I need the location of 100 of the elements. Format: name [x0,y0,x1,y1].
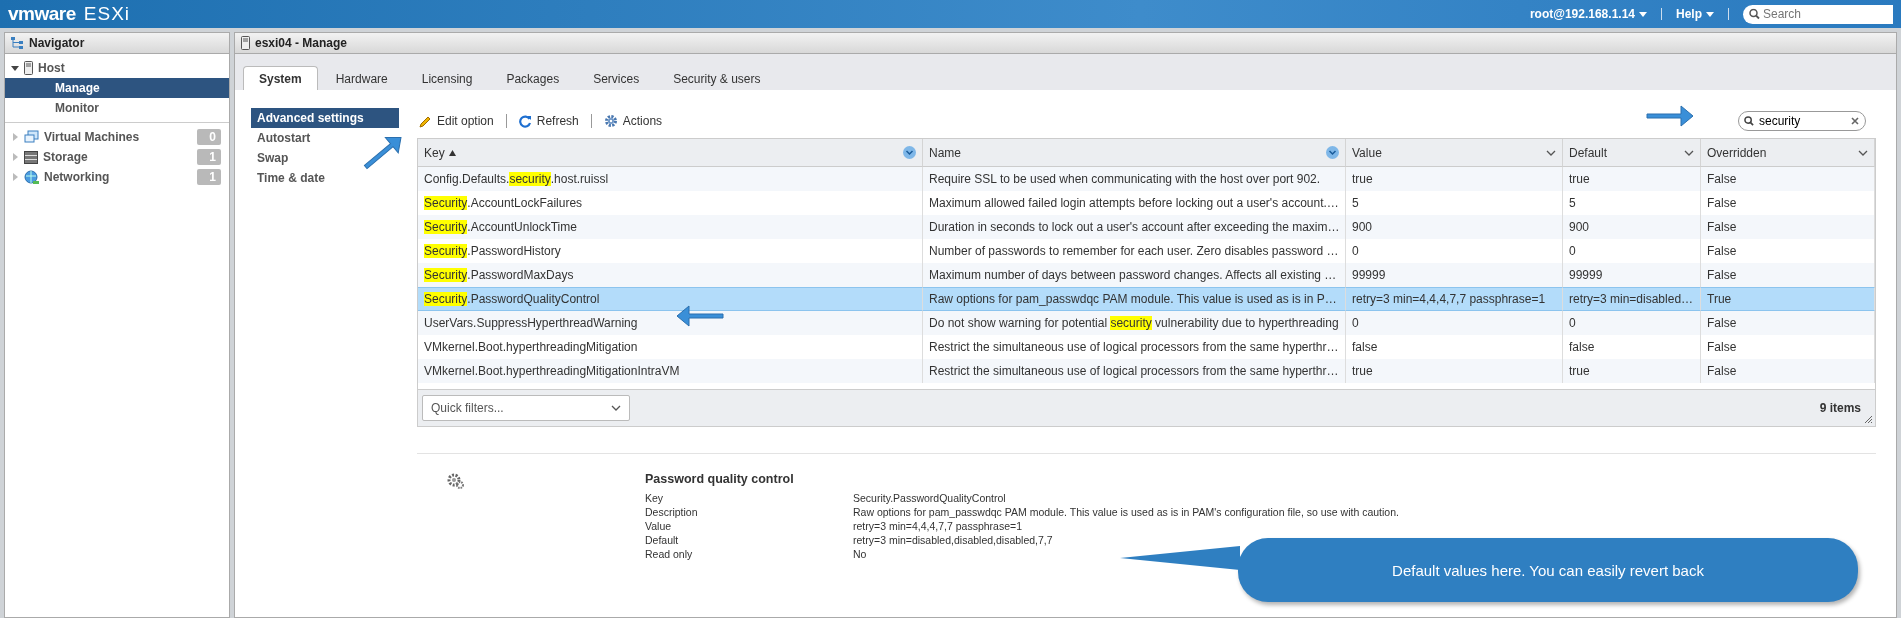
callout-bubble: Default values here. You can easily revert back [1238,538,1858,602]
panel-title: esxi04 - Manage [255,36,348,50]
tab[interactable]: Hardware [319,66,404,90]
nav-item[interactable]: Networking 1 [5,167,229,187]
vmware-esxi-logo: vmware ESXi [8,3,131,25]
table-cell: true [1563,359,1701,383]
table-cell: true [1346,167,1563,191]
table-cell: true [1563,167,1701,191]
quick-filters-dropdown[interactable]: Quick filters... [422,395,630,421]
property-value: retry=3 min=4,4,4,7,7 passphrase=1 [853,520,1022,532]
table-cell: true [1346,359,1563,383]
column-header[interactable]: Name [923,139,1346,167]
column-header[interactable]: Default [1563,139,1701,167]
navigator-title: Navigator [29,36,85,50]
table-cell: False [1701,167,1875,191]
chevron-icon [611,404,621,412]
tab[interactable]: Security & users [657,66,777,90]
nav-item[interactable]: Storage 1 [5,147,229,167]
table-cell: 900 [1563,215,1701,239]
server-icon [241,36,250,50]
nav-item[interactable]: Virtual Machines 0 [5,127,229,147]
tree-icon [11,37,24,49]
property-value: Security.PasswordQualityControl [853,492,1006,504]
table-cell: retry=3 min=disabled… [1563,287,1701,311]
table-cell: False [1701,215,1875,239]
chevron-icon[interactable] [1546,148,1556,157]
table-cell: Security.AccountUnlockTime [418,215,923,239]
user-menu[interactable]: root@192.168.1.14 [1529,7,1647,21]
help-menu[interactable]: Help [1676,7,1714,21]
table-cell: 99999 [1563,263,1701,287]
gears-icon [447,472,465,490]
property-value: Raw options for pam_passwdqc PAM module. This value is used as is in PAM's configuration file, so use with caution. [853,506,1399,518]
settings-nav-item[interactable]: Swap [251,148,295,168]
column-header[interactable]: Overridden [1701,139,1875,167]
table-cell: False [1701,311,1875,335]
table-cell: 0 [1346,311,1563,335]
pointer-arrow [1645,104,1695,130]
chevron-icon[interactable] [1858,148,1868,157]
caret-icon [1706,11,1714,17]
server-icon [24,61,33,75]
table-cell: False [1701,263,1875,287]
count-badge: 0 [197,129,221,145]
table-cell: 0 [1563,311,1701,335]
filter-field[interactable]: security [1738,111,1866,131]
globe-icon [24,169,39,185]
toolbar-button[interactable]: Edit option [417,114,496,128]
table-cell: 99999 [1346,263,1563,287]
column-header[interactable]: Key [418,139,923,167]
table-cell: Restrict the simultaneous use of logical processors from the same hyperthr… [923,359,1346,383]
search-field[interactable]: Search [1743,4,1893,24]
table-cell: Maximum number of days between password changes. Affects all existing … [923,263,1346,287]
resize-handle-icon[interactable] [1864,415,1872,423]
table-cell: retry=3 min=4,4,4,7,7 passphrase=1 [1346,287,1563,311]
table-cell: Security.PasswordQualityControl [418,287,923,311]
item-count: 9 items [1819,401,1861,415]
table-cell: Security.PasswordMaxDays [418,263,923,287]
property-label: Read only [645,548,693,560]
count-badge: 1 [197,169,221,185]
chevron-icon[interactable] [1684,148,1694,157]
table-cell: VMkernel.Boot.hyperthreadingMitigationIntraVM [418,359,923,383]
property-value: No [853,548,867,560]
pencil-icon [419,114,432,128]
tab[interactable]: Services [577,66,656,90]
table-cell: False [1701,359,1875,383]
search-icon [1744,116,1754,126]
nav-item[interactable]: Host [5,58,229,78]
detail-title: Password quality control [645,472,795,486]
toolbar-button[interactable]: Refresh [516,114,581,128]
table-cell: Require SSL to be used when communicating with the host over port 902. [923,167,1346,191]
table-cell: Duration in seconds to lock out a user's account after exceeding the maxim… [923,215,1346,239]
search-icon [1749,8,1760,20]
table-cell: 900 [1346,215,1563,239]
caret-down-icon[interactable] [11,64,19,72]
chevron-icon[interactable] [903,146,916,159]
toolbar-button[interactable]: Actions [601,114,665,128]
caret-icon [1639,11,1647,17]
count-badge: 1 [197,149,221,165]
storage-icon [24,150,38,164]
table-cell: Do not show warning for potential security vulnerability due to hyperthreading [923,311,1346,335]
tab[interactable]: Packages [490,66,576,90]
table-cell: UserVars.SuppressHyperthreadWarning [418,311,923,335]
table-cell: True [1701,287,1875,311]
gear-icon [603,114,618,128]
property-label: Description [645,506,698,518]
nav-item[interactable]: Manage [5,78,229,98]
nav-item[interactable]: Monitor [5,98,229,118]
settings-nav-item[interactable]: Autostart [251,128,317,148]
tab[interactable]: System [243,66,318,90]
property-label: Value [645,520,672,532]
property-label: Key [645,492,664,504]
pointer-arrow [675,304,725,330]
table-cell: Raw options for pam_passwdqc PAM module. This value is used as is in P… [923,287,1346,311]
settings-nav-item[interactable]: Advanced settings [251,108,399,128]
settings-nav-item[interactable]: Time & date [251,168,331,188]
virtual-machine-icon [24,130,39,144]
column-header[interactable]: Value [1346,139,1563,167]
close-icon[interactable] [1851,117,1859,125]
chevron-icon[interactable] [1326,146,1339,159]
refresh-icon [518,114,532,128]
tab[interactable]: Licensing [405,66,489,90]
